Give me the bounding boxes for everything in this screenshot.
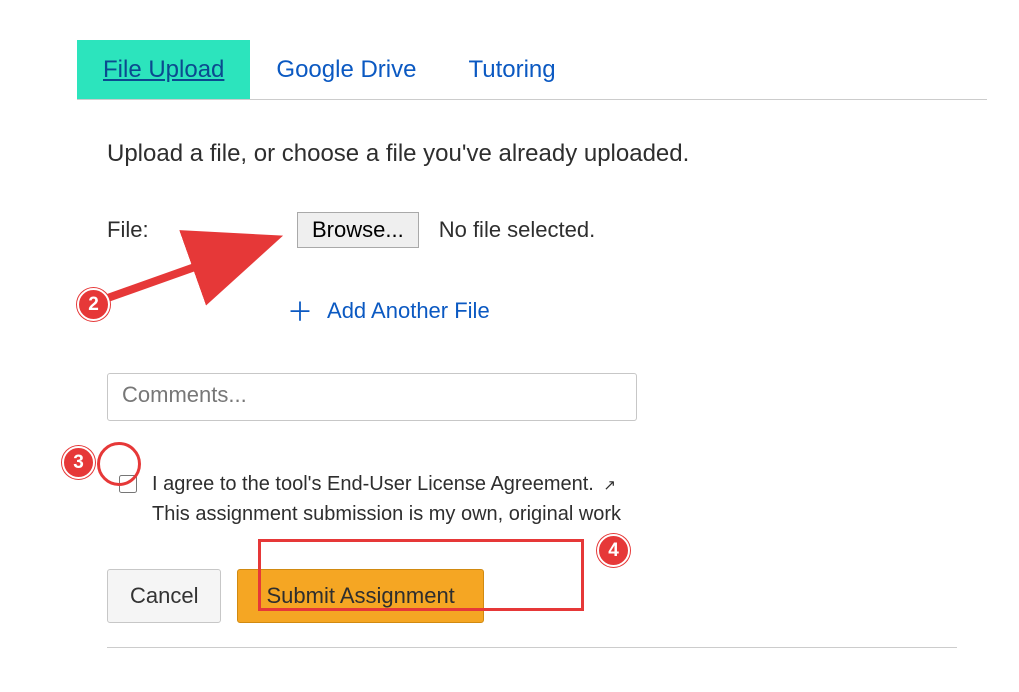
eula-line2: This assignment submission is my own, or… (152, 503, 621, 525)
browse-button[interactable]: Browse... (297, 212, 419, 248)
agreement-text: I agree to the tool's End-User License A… (152, 469, 621, 529)
comments-input[interactable] (107, 373, 637, 421)
annotation-box-4 (258, 539, 584, 611)
tab-bar: File Upload Google Drive Tutoring (77, 40, 987, 100)
cancel-button[interactable]: Cancel (107, 569, 221, 623)
add-another-row: ＋ Add Another File (287, 292, 957, 329)
add-another-file-label: Add Another File (327, 298, 490, 324)
eula-line1: I agree to the tool's End-User License A… (152, 473, 594, 495)
annotation-marker-3: 3 (62, 446, 95, 479)
file-label: File: (107, 217, 167, 243)
external-link-icon[interactable]: ↗ (603, 475, 616, 498)
tab-tutoring[interactable]: Tutoring (442, 40, 581, 99)
tab-google-drive[interactable]: Google Drive (250, 40, 442, 99)
add-another-file-link[interactable]: ＋ Add Another File (287, 292, 490, 329)
annotation-marker-2: 2 (77, 288, 110, 321)
plus-icon: ＋ (287, 292, 313, 329)
divider (107, 647, 957, 648)
agreement-row: I agree to the tool's End-User License A… (115, 469, 957, 529)
file-row: File: Browse... No file selected. (107, 212, 957, 248)
no-file-text: No file selected. (439, 217, 596, 243)
tab-file-upload[interactable]: File Upload (77, 40, 250, 99)
annotation-marker-4: 4 (597, 534, 630, 567)
annotation-ring-3 (97, 442, 141, 486)
instruction-text: Upload a file, or choose a file you've a… (107, 140, 957, 168)
